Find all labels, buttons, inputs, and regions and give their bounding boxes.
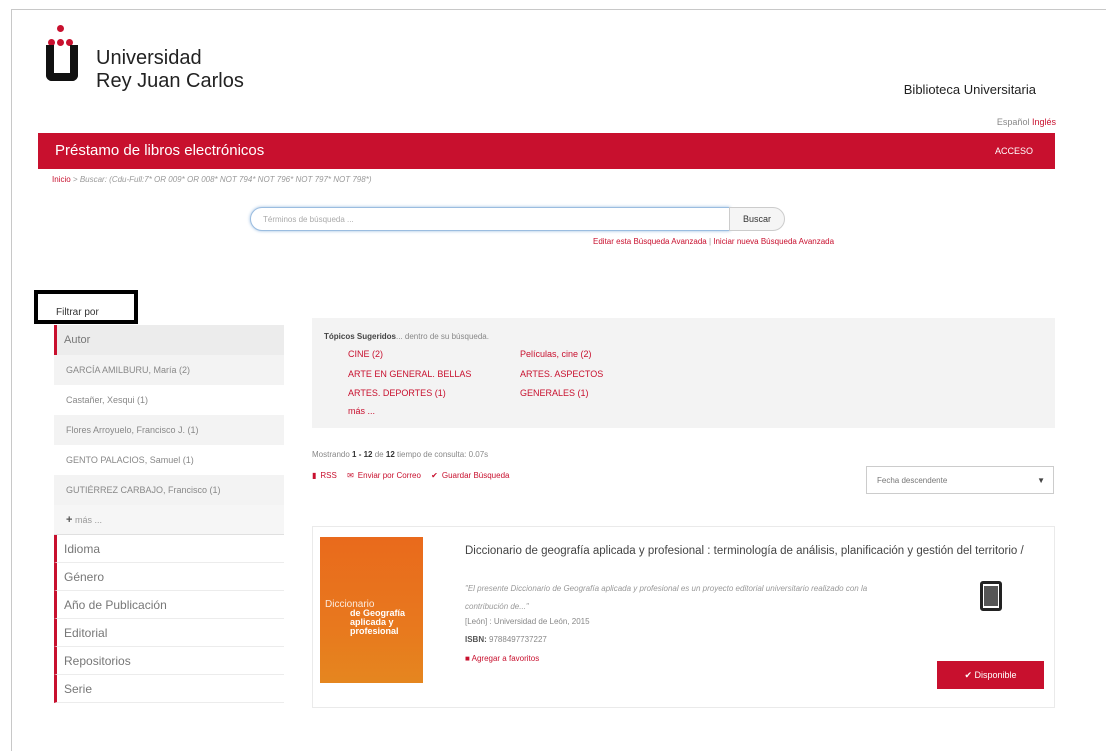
topic-link[interactable]: ARTES. DEPORTES (1) [348, 388, 446, 398]
results-query-time: tiempo de consulta: 0.07s [397, 450, 489, 459]
sort-selected: Fecha descendente [877, 476, 948, 485]
check-circle-icon: ✔ [431, 471, 438, 480]
caret-down-icon: ▼ [1037, 476, 1045, 485]
results-range: 1 - 12 [352, 450, 373, 459]
book-publisher: [León] : Universidad de León, 2015 [465, 617, 590, 626]
logo-u-icon [46, 45, 78, 81]
facet-genero[interactable]: Género [54, 563, 284, 591]
isbn-value: 9788497737227 [489, 635, 547, 644]
library-name[interactable]: Biblioteca Universitaria [904, 82, 1036, 97]
save-search-link[interactable]: ✔ Guardar Búsqueda [431, 471, 513, 480]
filter-heading: Filtrar por [56, 307, 99, 318]
book-title-link[interactable]: Diccionario de geografía aplicada y prof… [465, 542, 1050, 561]
results-of: de [374, 450, 384, 459]
results-total: 12 [385, 450, 395, 459]
logo-line-1: Universidad [96, 47, 202, 69]
suggested-topics-box: Tópicos Sugeridos... dentro de su búsque… [312, 318, 1055, 428]
sort-select[interactable]: Fecha descendente ▼ [866, 466, 1054, 494]
advanced-search-links: Editar esta Búsqueda Avanzada | Iniciar … [593, 237, 834, 246]
author-filter-item[interactable]: GUTIÉRREZ CARBAJO, Francisco (1) [54, 475, 284, 505]
results-showing: Mostrando [312, 450, 350, 459]
topics-header-bold: Tópicos Sugeridos [324, 332, 397, 341]
book-isbn: ISBN: 9788497737227 [465, 635, 547, 644]
language-switcher: Español Inglés [997, 117, 1056, 127]
isbn-label: ISBN: [465, 635, 487, 644]
breadcrumb-home[interactable]: Inicio [52, 175, 71, 184]
author-filter-item[interactable]: Castañer, Xesqui (1) [54, 385, 284, 415]
email-link[interactable]: ✉ Enviar por Correo [347, 471, 425, 480]
section-title[interactable]: Préstamo de libros electrónicos [55, 142, 264, 159]
section-bar: Préstamo de libros electrónicos ACCESO [38, 133, 1055, 169]
cover-subtitle: de Geografía aplicada y profesional [350, 608, 406, 636]
university-logo[interactable]: Universidad Rey Juan Carlos [46, 25, 246, 113]
filter-heading-box: Filtrar por [34, 290, 138, 324]
facet-ano-publicacion[interactable]: Año de Publicación [54, 591, 284, 619]
envelope-icon: ✉ [347, 471, 354, 480]
facet-repositorios[interactable]: Repositorios [54, 647, 284, 675]
add-favorite-link[interactable]: ■ Agregar a favoritos [465, 654, 539, 663]
facet-editorial[interactable]: Editorial [54, 619, 284, 647]
facet-serie[interactable]: Serie [54, 675, 284, 703]
author-filter-item[interactable]: GENTO PALACIOS, Samuel (1) [54, 445, 284, 475]
book-description: "El presente Diccionario de Geografía ap… [465, 584, 868, 611]
breadcrumb-separator: > [70, 175, 80, 184]
bookmark-icon: ■ [465, 654, 470, 663]
lang-english[interactable]: Inglés [1032, 117, 1056, 127]
email-label: Enviar por Correo [357, 471, 421, 480]
facet-autor[interactable]: Autor [54, 325, 284, 355]
ebook-tablet-icon [980, 581, 1002, 611]
save-search-label: Guardar Búsqueda [441, 471, 510, 480]
topics-header-rest: ... dentro de su búsqueda. [396, 332, 489, 341]
topics-more-link[interactable]: más ... [348, 406, 375, 416]
available-button[interactable]: ✔ Disponible [937, 661, 1044, 689]
topics-header: Tópicos Sugeridos... dentro de su búsque… [324, 332, 489, 341]
breadcrumb-current: Buscar: (Cdu-Full:7* OR 009* OR 008* NOT… [79, 175, 372, 184]
facet-idioma[interactable]: Idioma [54, 535, 284, 563]
topic-link[interactable]: Películas, cine (2) [520, 349, 592, 359]
filter-sidebar: Autor GARCÍA AMILBURU, María (2) Castañe… [54, 325, 284, 703]
logo-text: Universidad Rey Juan Carlos [96, 47, 244, 93]
topic-link[interactable]: CINE (2) [348, 349, 383, 359]
topic-link[interactable]: ARTE EN GENERAL. BELLAS [348, 369, 471, 379]
rss-label: RSS [320, 471, 337, 480]
results-summary: Mostrando 1 - 12 de 12 tiempo de consult… [312, 450, 488, 459]
new-advanced-search-link[interactable]: Iniciar nueva Búsqueda Avanzada [713, 237, 834, 246]
author-filter-item[interactable]: GARCÍA AMILBURU, María (2) [54, 355, 284, 385]
rss-link[interactable]: ▮ RSS [312, 471, 341, 480]
breadcrumb: Inicio > Buscar: (Cdu-Full:7* OR 009* OR… [52, 175, 371, 184]
search-button[interactable]: Buscar [729, 207, 785, 231]
book-cover[interactable]: Diccionario de Geografía aplicada y prof… [320, 537, 423, 683]
rss-icon: ▮ [312, 471, 317, 480]
result-card: Diccionario de Geografía aplicada y prof… [312, 526, 1055, 708]
author-filter-item[interactable]: Flores Arroyuelo, Francisco J. (1) [54, 415, 284, 445]
lang-spanish[interactable]: Español [997, 117, 1030, 127]
check-icon: ✔ [964, 670, 972, 680]
author-more-label: más ... [74, 515, 102, 525]
results-actions: ▮ RSS ✉ Enviar por Correo ✔ Guardar Búsqued… [312, 471, 517, 480]
plus-icon: + [66, 514, 73, 526]
search-input[interactable]: Términos de búsqueda ... [250, 207, 730, 231]
logo-line-2: Rey Juan Carlos [96, 70, 244, 92]
add-favorite-label: Agregar a favoritos [471, 654, 540, 663]
login-link[interactable]: ACCESO [995, 146, 1033, 156]
topic-link[interactable]: ARTES. ASPECTOS [520, 369, 603, 379]
author-more-link[interactable]: + más ... [54, 505, 284, 535]
edit-advanced-search-link[interactable]: Editar esta Búsqueda Avanzada [593, 237, 707, 246]
available-label: Disponible [974, 670, 1017, 680]
topic-link[interactable]: GENERALES (1) [520, 388, 589, 398]
